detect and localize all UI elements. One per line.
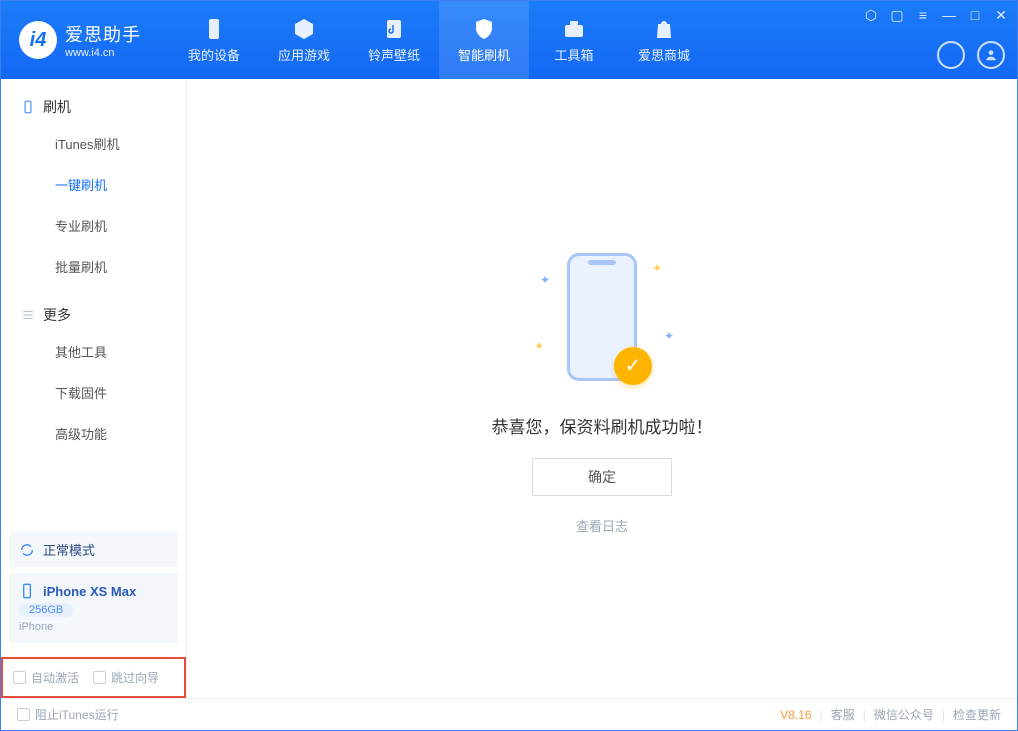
logo-area: i4 爱思助手 www.i4.cn	[1, 1, 159, 79]
sidebar-section-more: 更多 其他工具 下载固件 高级功能	[1, 287, 186, 454]
brand-name: 爱思助手	[65, 21, 141, 47]
shirt-icon[interactable]: ⬡	[863, 7, 879, 23]
phone-icon	[21, 100, 35, 114]
sidebar-header-more: 更多	[1, 299, 186, 331]
device-mode-row[interactable]: 正常模式	[9, 532, 178, 567]
success-illustration: ✦ ✦ ✦ ✦ ✓	[512, 243, 692, 393]
sidebar-item-download-firmware[interactable]: 下载固件	[1, 372, 186, 413]
sidebar: 刷机 iTunes刷机 一键刷机 专业刷机 批量刷机 更多 其他工具 下载固件 …	[1, 79, 187, 698]
checkbox-block-itunes[interactable]: 阻止iTunes运行	[17, 706, 119, 723]
body-area: 刷机 iTunes刷机 一键刷机 专业刷机 批量刷机 更多 其他工具 下载固件 …	[1, 79, 1017, 698]
toolbox-icon	[562, 17, 586, 41]
status-bar: 阻止iTunes运行 V8.16 | 客服 | 微信公众号 | 检查更新	[1, 698, 1017, 730]
checkbox-box	[17, 708, 30, 721]
phone-outline-icon	[19, 583, 35, 599]
checkbox-auto-activate[interactable]: 自动激活	[13, 669, 79, 686]
divider: |	[820, 708, 823, 722]
device-name-row: iPhone XS Max	[19, 583, 136, 599]
checkbox-label: 跳过向导	[111, 669, 159, 686]
nav-label: 应用游戏	[278, 45, 330, 64]
sidebar-header-flash: 刷机	[1, 91, 186, 123]
sidebar-item-oneclick-flash[interactable]: 一键刷机	[1, 164, 186, 205]
nav-store[interactable]: 爱思商城	[619, 1, 709, 79]
device-info-row[interactable]: iPhone XS Max 256GB iPhone	[9, 573, 178, 643]
device-block: 正常模式 iPhone XS Max 256GB iPhone	[9, 532, 178, 649]
list-icon	[21, 308, 35, 322]
menu-icon[interactable]: ≡	[915, 7, 931, 23]
sidebar-item-advanced[interactable]: 高级功能	[1, 413, 186, 454]
checkbox-skip-guide[interactable]: 跳过向导	[93, 669, 159, 686]
download-icon	[944, 48, 958, 62]
person-icon	[984, 48, 998, 62]
nav-label: 铃声壁纸	[368, 45, 420, 64]
checkbox-label: 自动激活	[31, 669, 79, 686]
cube-icon	[292, 17, 316, 41]
account-button[interactable]	[977, 41, 1005, 69]
nav-label: 智能刷机	[458, 45, 510, 64]
nav-my-device[interactable]: 我的设备	[169, 1, 259, 79]
lock-icon[interactable]: ▢	[889, 7, 905, 23]
sidebar-title: 刷机	[43, 97, 71, 117]
divider: |	[863, 708, 866, 722]
device-icon	[202, 17, 226, 41]
nav-label: 我的设备	[188, 45, 240, 64]
music-icon	[382, 17, 406, 41]
divider: |	[942, 708, 945, 722]
view-log-link[interactable]: 查看日志	[576, 516, 628, 535]
success-message: 恭喜您，保资料刷机成功啦！	[492, 413, 713, 438]
header-right-actions	[937, 41, 1005, 69]
sparkle-icon: ✦	[664, 329, 674, 343]
top-nav: 我的设备 应用游戏 铃声壁纸 智能刷机 工具箱 爱思商城	[169, 1, 709, 79]
sidebar-item-batch-flash[interactable]: 批量刷机	[1, 246, 186, 287]
sparkle-icon: ✦	[540, 273, 550, 287]
flash-options-row: 自动激活 跳过向导	[1, 657, 186, 698]
sidebar-section-flash: 刷机 iTunes刷机 一键刷机 专业刷机 批量刷机	[1, 79, 186, 287]
sidebar-item-itunes-flash[interactable]: iTunes刷机	[1, 123, 186, 164]
wechat-link[interactable]: 微信公众号	[874, 706, 934, 723]
check-badge-icon: ✓	[614, 347, 652, 385]
nav-label: 工具箱	[554, 45, 593, 64]
device-capacity: 256GB	[19, 603, 73, 617]
sidebar-title: 更多	[43, 305, 71, 325]
check-update-link[interactable]: 检查更新	[953, 706, 1001, 723]
main-content: ✦ ✦ ✦ ✦ ✓ 恭喜您，保资料刷机成功啦！ 确定 查看日志	[187, 79, 1017, 698]
nav-ringtone-wallpaper[interactable]: 铃声壁纸	[349, 1, 439, 79]
device-name: iPhone XS Max	[43, 584, 136, 599]
app-header: i4 爱思助手 www.i4.cn 我的设备 应用游戏 铃声壁纸 智能刷机 工具…	[1, 1, 1017, 79]
download-button[interactable]	[937, 41, 965, 69]
sparkle-icon: ✦	[652, 261, 662, 275]
minimize-button[interactable]: —	[941, 7, 957, 23]
nav-label: 爱思商城	[638, 45, 690, 64]
brand-block: 爱思助手 www.i4.cn	[65, 21, 141, 59]
checkbox-box	[13, 671, 26, 684]
close-button[interactable]: ✕	[993, 7, 1009, 23]
nav-flash[interactable]: 智能刷机	[439, 1, 529, 79]
shield-refresh-icon	[472, 17, 496, 41]
refresh-icon	[19, 542, 35, 558]
sidebar-item-other-tools[interactable]: 其他工具	[1, 331, 186, 372]
support-link[interactable]: 客服	[831, 706, 855, 723]
app-logo-icon: i4	[19, 21, 57, 59]
bag-icon	[652, 17, 676, 41]
checkbox-box	[93, 671, 106, 684]
device-type: iPhone	[19, 621, 53, 633]
sparkle-icon: ✦	[534, 339, 544, 353]
maximize-button[interactable]: □	[967, 7, 983, 23]
nav-toolbox[interactable]: 工具箱	[529, 1, 619, 79]
nav-apps-games[interactable]: 应用游戏	[259, 1, 349, 79]
ok-button[interactable]: 确定	[532, 458, 672, 496]
checkbox-label: 阻止iTunes运行	[35, 706, 119, 723]
footer-right: V8.16 | 客服 | 微信公众号 | 检查更新	[780, 706, 1001, 723]
brand-url: www.i4.cn	[65, 47, 141, 59]
sidebar-item-pro-flash[interactable]: 专业刷机	[1, 205, 186, 246]
device-mode-label: 正常模式	[43, 540, 95, 559]
window-controls: ⬡ ▢ ≡ — □ ✕	[863, 7, 1009, 23]
version-label: V8.16	[780, 708, 811, 722]
